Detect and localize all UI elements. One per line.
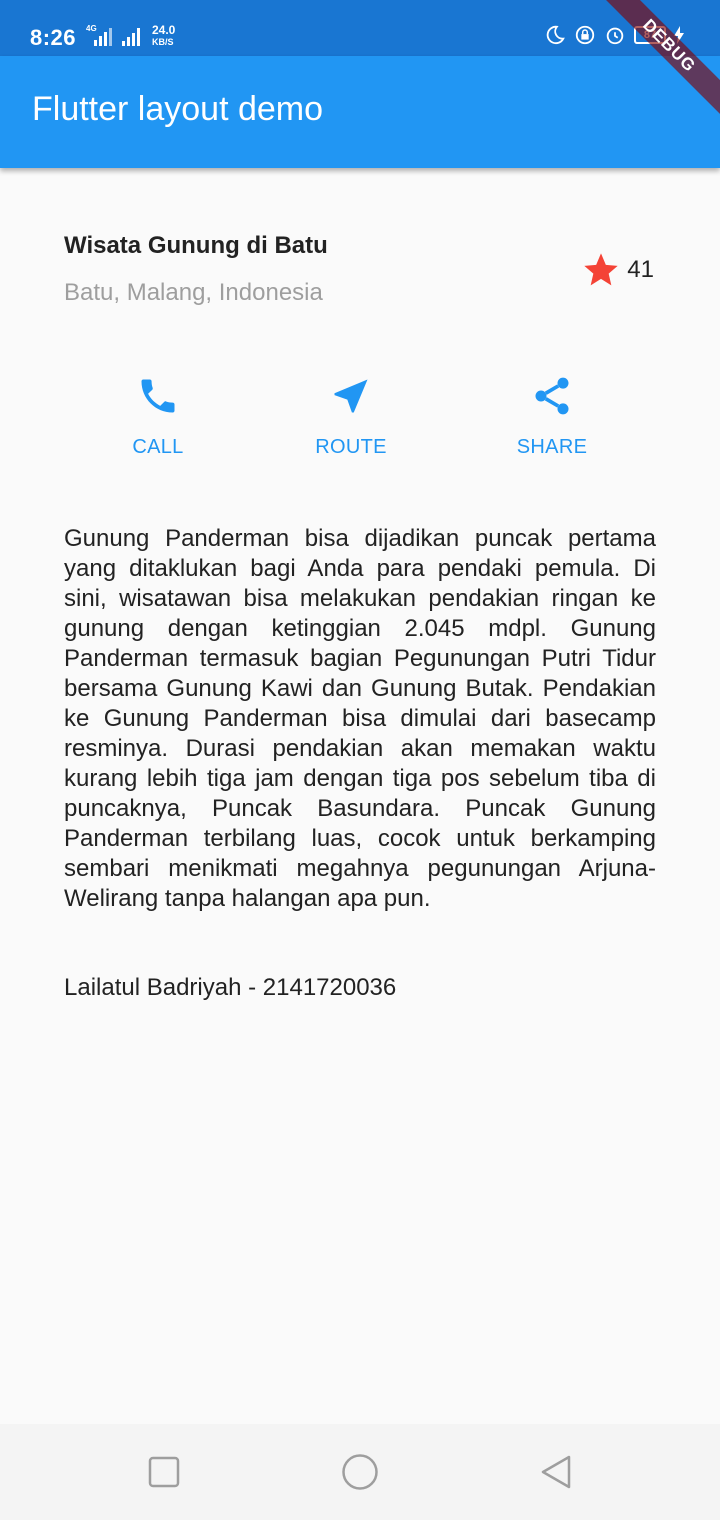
route-button[interactable]: ROUTE [281,372,421,472]
navigation-bar [0,1424,720,1520]
route-label: ROUTE [315,436,387,458]
call-label: CALL [132,436,184,458]
signal-group: 4G [86,24,144,46]
status-bar: 8:26 4G 24.0 KB/S 87 [0,0,720,56]
star-icon [584,253,618,286]
status-time: 8:26 [30,25,77,50]
recent-apps-button[interactable] [142,1452,186,1492]
home-button[interactable] [338,1452,382,1492]
share-label: SHARE [516,436,588,458]
rotation-lock-icon [575,25,595,45]
title-section: Wisata Gunung di Batu Batu, Malang, Indo… [64,232,656,312]
home-icon [342,1454,378,1490]
network-type-label: 4G [86,24,97,33]
signal-icon [118,26,144,46]
moon-icon [546,25,565,45]
place-name: Wisata Gunung di Batu [64,232,328,259]
share-icon [535,377,569,415]
recent-apps-icon [148,1456,180,1488]
app-bar-title: Flutter layout demo [32,90,324,128]
app-bar: Flutter layout demo [0,56,720,168]
back-icon [541,1455,571,1489]
description-text: Gunung Panderman bisa dijadikan puncak p… [64,525,656,912]
back-button[interactable] [534,1452,578,1492]
call-button[interactable]: CALL [88,372,228,472]
near-me-icon [334,379,368,413]
phone-icon [141,379,175,413]
signal-icon: 4G [86,24,112,46]
alarm-icon [606,27,624,45]
rating: 41 [581,250,654,290]
author-line: Lailatul Badriyah - 2141720036 [64,974,397,1001]
share-button[interactable]: SHARE [482,372,622,472]
network-speed: 24.0 KB/S [152,23,176,47]
action-buttons: CALL ROUTE SHARE [0,372,720,472]
rating-count: 41 [627,256,654,283]
place-location: Batu, Malang, Indonesia [64,279,323,306]
